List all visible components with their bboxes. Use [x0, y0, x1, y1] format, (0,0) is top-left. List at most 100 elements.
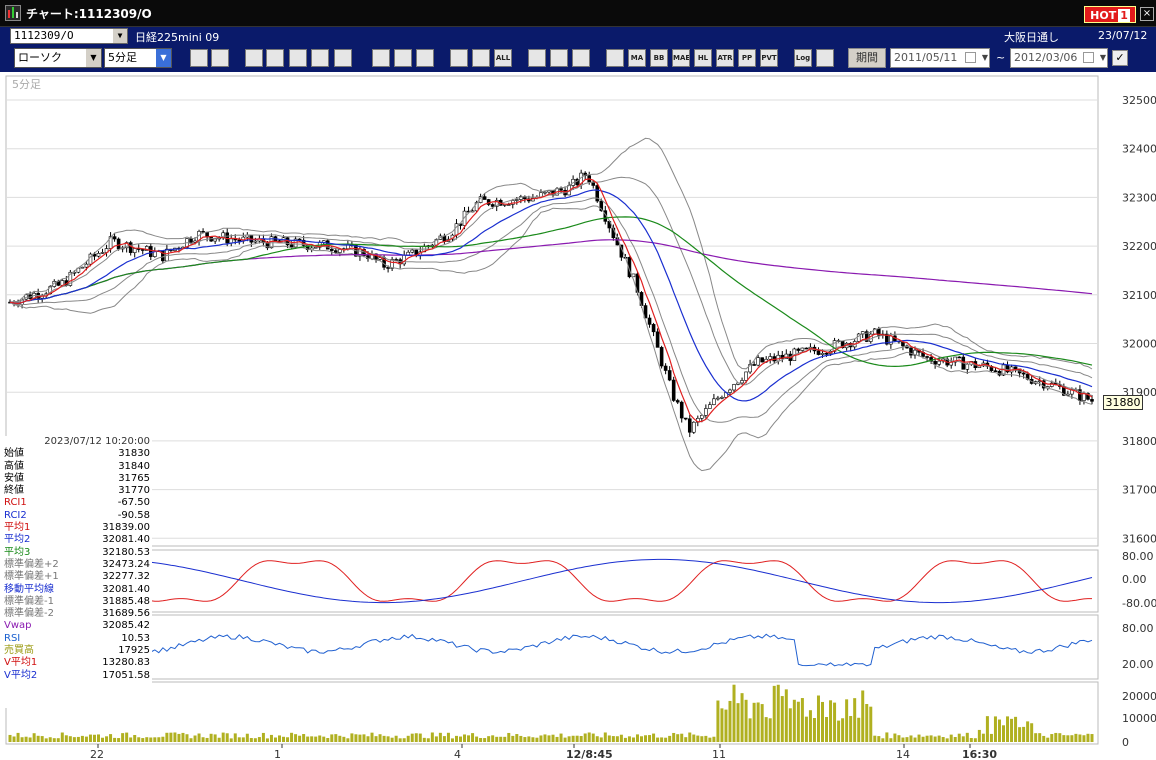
panel-value: 32180.53: [102, 546, 150, 558]
volume-bar: [410, 733, 414, 742]
volume-bar: [326, 738, 330, 742]
zoom-icon[interactable]: [190, 49, 208, 67]
volume-bar: [619, 734, 623, 742]
volume-bar: [812, 718, 816, 742]
volume-bar: [149, 737, 153, 742]
cursor-grid-icon[interactable]: [211, 49, 229, 67]
date-to-field[interactable]: 2012/03/06 ▼: [1010, 48, 1108, 68]
osc-tick-label: -80.00: [1122, 597, 1156, 610]
volume-bar: [121, 733, 125, 742]
chart-area[interactable]: 32500 32400 32300 32200 32100 32000 31900 31800…: [0, 72, 1156, 760]
volume-bar: [265, 738, 269, 742]
candle-body: [313, 246, 318, 249]
chevron-down-icon[interactable]: ▼: [86, 49, 101, 67]
log-icon[interactable]: Log: [794, 49, 812, 67]
volume-bar: [957, 733, 961, 742]
volume-bar: [1034, 733, 1038, 742]
volume-bar: [905, 737, 909, 742]
volume-bar: [97, 734, 100, 742]
close-button[interactable]: ×: [1140, 7, 1154, 21]
chart-canvas[interactable]: 3250032400323003220032100320003190031800…: [0, 72, 1156, 760]
ma-icon[interactable]: MA: [628, 49, 646, 67]
candle-body: [663, 365, 668, 371]
volume-bar: [426, 738, 430, 742]
date-from-field[interactable]: 2011/05/11 ▼: [890, 48, 990, 68]
volume-bar: [109, 734, 113, 742]
timeframe-select[interactable]: 5分足 ▼: [104, 48, 172, 68]
volume-bar: [189, 738, 193, 742]
chevron-down-icon[interactable]: ▼: [1100, 49, 1106, 67]
indicator-icon[interactable]: [289, 49, 307, 67]
settings-icon[interactable]: [528, 49, 546, 67]
rci1-line: [9, 560, 1092, 602]
volume-bar: [603, 732, 607, 742]
osc-tick-label: 80.00: [1122, 550, 1154, 563]
calendar-icon[interactable]: [1083, 52, 1094, 63]
volume-bar: [941, 737, 945, 742]
all-icon[interactable]: ALL: [494, 49, 512, 67]
info-icon[interactable]: [334, 49, 352, 67]
candle-remove-icon[interactable]: [472, 49, 490, 67]
time-tick-label: 12/8:45: [566, 748, 613, 760]
panel-datetime: 2023/07/12 10:20:00: [44, 436, 150, 447]
chevron-down-icon[interactable]: ▼: [113, 29, 127, 43]
pp-icon[interactable]: PP: [738, 49, 756, 67]
period-button[interactable]: 期間: [848, 48, 886, 68]
volume-bar: [342, 736, 346, 742]
timeframe-label: 5分足: [12, 78, 41, 91]
color-icon[interactable]: [572, 49, 590, 67]
edit-icon[interactable]: [550, 49, 568, 67]
candle-body: [937, 360, 941, 365]
panel-label: 売買高: [4, 645, 34, 657]
volume-bar: [145, 737, 149, 742]
date-separator: ~: [996, 51, 1006, 64]
symbol-input[interactable]: 1112309/O ▼: [10, 28, 128, 44]
save-icon[interactable]: [816, 49, 834, 67]
candle-body: [289, 244, 294, 248]
volume-bar: [495, 736, 499, 742]
pvt-icon[interactable]: PVT: [760, 49, 778, 67]
atr-icon[interactable]: ATR: [716, 49, 734, 67]
volume-bar: [44, 738, 48, 742]
plus-minus-icon[interactable]: [311, 49, 329, 67]
volume-bar: [1070, 735, 1074, 742]
volume-bar: [209, 733, 213, 742]
volume-bar: [1002, 725, 1005, 742]
volume-bar: [837, 720, 841, 742]
volume-bar: [627, 736, 631, 742]
panel-value: 10.53: [121, 632, 150, 644]
volume-bar: [917, 734, 921, 742]
volume-bar: [273, 737, 277, 742]
chevron-down-icon[interactable]: ▼: [982, 49, 988, 67]
candle-body: [816, 350, 821, 355]
volume-bar: [1022, 726, 1026, 742]
volume-bar: [467, 735, 471, 742]
rsi-tick-label: 80.00: [1122, 622, 1154, 635]
mae-icon[interactable]: MAE: [672, 49, 690, 67]
volume-bar: [463, 734, 467, 742]
multi-window-icon[interactable]: [606, 49, 624, 67]
volume-bar: [499, 736, 503, 742]
bb-icon[interactable]: BB: [650, 49, 668, 67]
hl-icon[interactable]: HL: [694, 49, 712, 67]
export-icon[interactable]: [245, 49, 263, 67]
volume-bar: [595, 736, 599, 742]
chart-type-select[interactable]: ローソク ▼: [14, 48, 102, 68]
volume-bar: [450, 738, 454, 742]
candle-add-icon[interactable]: [450, 49, 468, 67]
candle-body: [651, 324, 656, 333]
pointer-icon[interactable]: [394, 49, 412, 67]
candle-body: [116, 238, 121, 250]
arrow-tool-icon[interactable]: [416, 49, 434, 67]
panel-row: 標準偏差+1 32277.32: [4, 571, 152, 583]
volume-bar: [507, 732, 511, 742]
check-icon[interactable]: ✓: [1112, 50, 1128, 66]
calendar-icon[interactable]: [965, 52, 976, 63]
volume-bar: [571, 735, 575, 742]
hot-button[interactable]: HOT 1: [1084, 6, 1136, 23]
pencil-icon[interactable]: [372, 49, 390, 67]
search-chart-icon[interactable]: [266, 49, 284, 67]
volume-bar: [314, 736, 318, 742]
volume-bar: [965, 732, 969, 742]
chevron-down-icon[interactable]: ▼: [156, 49, 171, 67]
